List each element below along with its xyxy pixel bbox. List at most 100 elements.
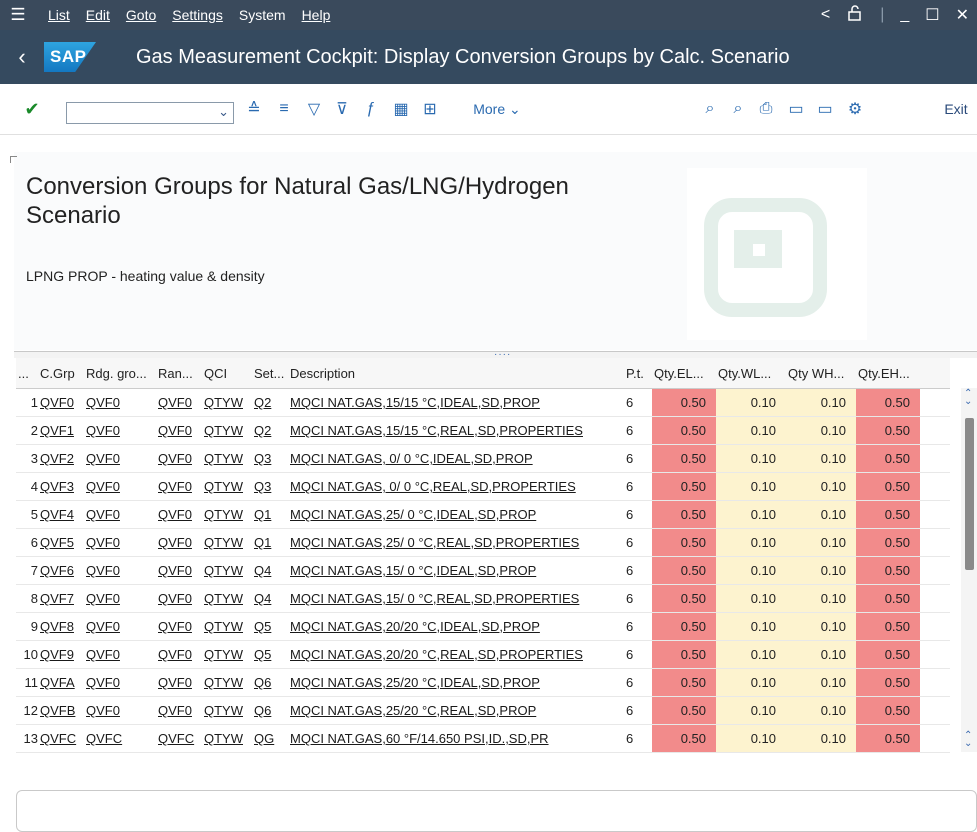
settings-link[interactable]: Q3	[252, 472, 288, 501]
grid-icon[interactable]: ▦	[389, 84, 413, 134]
description-link[interactable]: MQCI NAT.GAS,25/20 °C,IDEAL,SD,PROP	[288, 668, 624, 697]
description-link[interactable]: MQCI NAT.GAS,15/ 0 °C,IDEAL,SD,PROP	[288, 556, 624, 585]
settings-link[interactable]: Q1	[252, 500, 288, 529]
settings-link[interactable]: Q6	[252, 668, 288, 697]
conv-group-link[interactable]: QVF9	[38, 640, 84, 669]
settings-link[interactable]: Q2	[252, 416, 288, 445]
column-header[interactable]: QCI	[202, 358, 252, 389]
reading-group-link[interactable]: QVF0	[84, 556, 156, 585]
search-next-icon[interactable]: ⌕	[726, 84, 750, 134]
back-icon[interactable]: ‹	[0, 44, 44, 70]
command-field[interactable]: ⌄	[66, 102, 234, 124]
chevron-left-icon[interactable]: <	[821, 6, 830, 24]
close-icon[interactable]: ✕	[956, 5, 969, 25]
scrollbar-thumb[interactable]	[965, 418, 974, 570]
table-row[interactable]: 10 QVF9 QVF0 QVF0 QTYW Q5 MQCI NAT.GAS,20/20 °…	[16, 640, 950, 669]
settings-link[interactable]: Q5	[252, 612, 288, 641]
column-header[interactable]: Rdg. gro...	[84, 358, 156, 389]
menu-list[interactable]: List	[48, 7, 70, 23]
chevron-down-icon[interactable]: ⌄	[218, 104, 229, 120]
splitter[interactable]: ····	[14, 349, 977, 360]
settings-link[interactable]: Q3	[252, 444, 288, 473]
range-link[interactable]: QVFC	[156, 724, 202, 753]
description-link[interactable]: MQCI NAT.GAS,25/20 °C,REAL,SD,PROP	[288, 696, 624, 725]
settings-link[interactable]: Q5	[252, 640, 288, 669]
scroll-down-icon[interactable]: ⌃ ⌄	[964, 731, 972, 749]
settings-link[interactable]: QG	[252, 724, 288, 753]
range-link[interactable]: QVF0	[156, 640, 202, 669]
column-header[interactable]: Set...	[252, 358, 288, 389]
qci-link[interactable]: QTYW	[202, 724, 252, 753]
qci-link[interactable]: QTYW	[202, 696, 252, 725]
conv-group-link[interactable]: QVF0	[38, 388, 84, 417]
reading-group-link[interactable]: QVF0	[84, 696, 156, 725]
description-link[interactable]: MQCI NAT.GAS,15/15 °C,REAL,SD,PROPERTIES	[288, 416, 624, 445]
table-row[interactable]: 9 QVF8 QVF0 QVF0 QTYW Q5 MQCI NAT.GAS,20/20 °C…	[16, 612, 950, 641]
reading-group-link[interactable]: QVF0	[84, 388, 156, 417]
layout-icon[interactable]: ▭	[784, 84, 808, 134]
table-row[interactable]: 5 QVF4 QVF0 QVF0 QTYW Q1 MQCI NAT.GAS,25/ 0 °C…	[16, 500, 950, 529]
table-row[interactable]: 2 QVF1 QVF0 QVF0 QTYW Q2 MQCI NAT.GAS,15/15 °C…	[16, 416, 950, 445]
menu-system[interactable]: System	[239, 7, 286, 23]
conv-group-link[interactable]: QVFA	[38, 668, 84, 697]
table-row[interactable]: 13 QVFC QVFC QVFC QTYW QG MQCI NAT.GAS,60 °F/1…	[16, 724, 950, 753]
conv-group-link[interactable]: QVFC	[38, 724, 84, 753]
conv-group-link[interactable]: QVF5	[38, 528, 84, 557]
qci-link[interactable]: QTYW	[202, 584, 252, 613]
table-row[interactable]: 8 QVF7 QVF0 QVF0 QTYW Q4 MQCI NAT.GAS,15/ 0 °C…	[16, 584, 950, 613]
conv-group-link[interactable]: QVF4	[38, 500, 84, 529]
conv-group-link[interactable]: QVF3	[38, 472, 84, 501]
description-link[interactable]: MQCI NAT.GAS,25/ 0 °C,REAL,SD,PROPERTIES	[288, 528, 624, 557]
range-link[interactable]: QVF0	[156, 444, 202, 473]
range-link[interactable]: QVF0	[156, 388, 202, 417]
description-link[interactable]: MQCI NAT.GAS,20/20 °C,REAL,SD,PROPERTIES	[288, 640, 624, 669]
description-link[interactable]: MQCI NAT.GAS,15/ 0 °C,REAL,SD,PROPERTIES	[288, 584, 624, 613]
more-button[interactable]: More ⌄	[452, 84, 542, 134]
range-link[interactable]: QVF0	[156, 556, 202, 585]
reading-group-link[interactable]: QVF0	[84, 500, 156, 529]
scroll-up-icon[interactable]: ⌃ ⌄	[964, 389, 972, 407]
qci-link[interactable]: QTYW	[202, 640, 252, 669]
menu-goto[interactable]: Goto	[126, 7, 156, 23]
settings-link[interactable]: Q6	[252, 696, 288, 725]
settings-icon[interactable]: ⚙	[843, 84, 867, 134]
qci-link[interactable]: QTYW	[202, 528, 252, 557]
column-header[interactable]: ...	[16, 358, 38, 389]
formula-icon[interactable]: ƒ	[359, 84, 383, 134]
conv-group-link[interactable]: QVF1	[38, 416, 84, 445]
maximize-icon[interactable]: ☐	[925, 5, 939, 25]
settings-link[interactable]: Q2	[252, 388, 288, 417]
qci-link[interactable]: QTYW	[202, 444, 252, 473]
search-icon[interactable]: ⌕	[698, 84, 722, 134]
table-row[interactable]: 3 QVF2 QVF0 QVF0 QTYW Q3 MQCI NAT.GAS, 0/ 0 °C…	[16, 444, 950, 473]
qci-link[interactable]: QTYW	[202, 472, 252, 501]
range-link[interactable]: QVF0	[156, 528, 202, 557]
table-row[interactable]: 7 QVF6 QVF0 QVF0 QTYW Q4 MQCI NAT.GAS,15/ 0 °C…	[16, 556, 950, 585]
reading-group-link[interactable]: QVF0	[84, 668, 156, 697]
conv-group-link[interactable]: QVF6	[38, 556, 84, 585]
description-link[interactable]: MQCI NAT.GAS, 0/ 0 °C,IDEAL,SD,PROP	[288, 444, 624, 473]
qci-link[interactable]: QTYW	[202, 500, 252, 529]
filter-icon[interactable]: ▽	[302, 84, 326, 134]
column-header[interactable]: Qty WH...	[786, 358, 856, 389]
qci-link[interactable]: QTYW	[202, 612, 252, 641]
range-link[interactable]: QVF0	[156, 500, 202, 529]
minimize-icon[interactable]: _	[900, 6, 909, 24]
table-row[interactable]: 11 QVFA QVF0 QVF0 QTYW Q6 MQCI NAT.GAS,25/20 °…	[16, 668, 950, 697]
menu-edit[interactable]: Edit	[86, 7, 110, 23]
reading-group-link[interactable]: QVF0	[84, 612, 156, 641]
menu-settings[interactable]: Settings	[172, 7, 223, 23]
description-link[interactable]: MQCI NAT.GAS,20/20 °C,IDEAL,SD,PROP	[288, 612, 624, 641]
description-link[interactable]: MQCI NAT.GAS, 0/ 0 °C,REAL,SD,PROPERTIES	[288, 472, 624, 501]
qci-link[interactable]: QTYW	[202, 388, 252, 417]
range-link[interactable]: QVF0	[156, 696, 202, 725]
lock-icon[interactable]	[846, 4, 864, 27]
reading-group-link[interactable]: QVF0	[84, 640, 156, 669]
exit-button[interactable]: Exit	[938, 84, 974, 134]
conv-group-link[interactable]: QVFB	[38, 696, 84, 725]
range-link[interactable]: QVF0	[156, 584, 202, 613]
table-row[interactable]: 12 QVFB QVF0 QVF0 QTYW Q6 MQCI NAT.GAS,25/20 °…	[16, 696, 950, 725]
menu-help[interactable]: Help	[302, 7, 331, 23]
qci-link[interactable]: QTYW	[202, 556, 252, 585]
sort-descending-icon[interactable]: ≡	[272, 84, 296, 134]
